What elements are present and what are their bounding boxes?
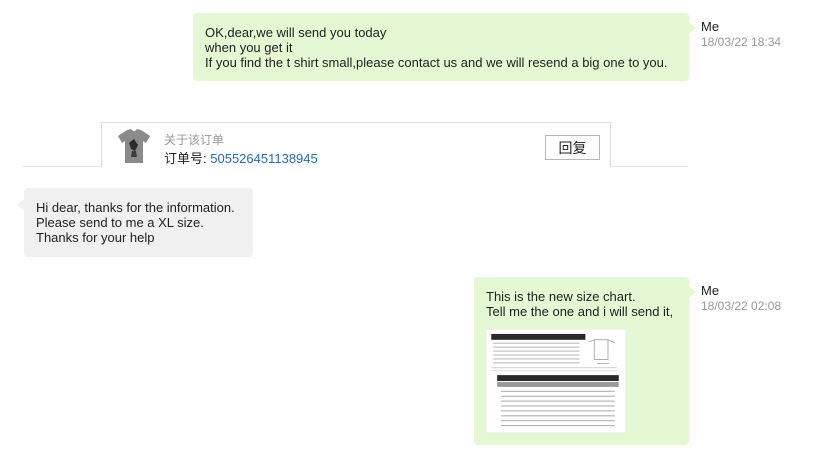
message-line: when you get it — [205, 40, 293, 55]
size-chart-image[interactable] — [486, 329, 626, 433]
message-line: This is the new size chart. — [486, 289, 636, 304]
bubble-tail — [689, 22, 696, 34]
order-number-row: 订单号: 505526451138945 — [164, 148, 318, 167]
bubble-tail — [17, 199, 24, 211]
message-line: Thanks for your help — [36, 230, 155, 245]
message-meta: Me 18/03/22 02:08 — [701, 283, 781, 314]
sender-name: Me — [701, 283, 720, 298]
sender-name: Me — [701, 19, 720, 34]
order-card-title: 关于该订单 — [164, 133, 225, 147]
timestamp: 18/03/22 02:08 — [701, 299, 782, 313]
message-line: Tell me the one and i will send it, — [486, 304, 674, 319]
message-line: OK,dear,we will send you today — [205, 25, 387, 40]
chat-page: OK,dear,we will send you today when you … — [0, 0, 823, 458]
order-number-link[interactable]: 505526451138945 — [210, 151, 318, 166]
tshirt-icon — [118, 129, 150, 163]
bubble-tail — [689, 286, 696, 298]
message-bubble-me: OK,dear,we will send you today when you … — [193, 13, 689, 81]
order-card: 关于该订单 订单号: 505526451138945 回复 — [101, 122, 611, 167]
message-line: Hi dear, thanks for the information. — [36, 200, 235, 215]
order-number-label: 订单号: — [164, 151, 207, 166]
message-line: Please send to me a XL size. — [36, 215, 204, 230]
message-bubble-me: This is the new size chart. Tell me the … — [474, 277, 689, 445]
message-bubble-them: Hi dear, thanks for the information. Ple… — [24, 188, 253, 257]
message-line: If you find the t shirt small,please con… — [205, 55, 668, 70]
timestamp: 18/03/22 18:34 — [701, 35, 782, 49]
reply-button[interactable]: 回复 — [545, 135, 600, 160]
message-meta: Me 18/03/22 18:34 — [701, 19, 781, 50]
